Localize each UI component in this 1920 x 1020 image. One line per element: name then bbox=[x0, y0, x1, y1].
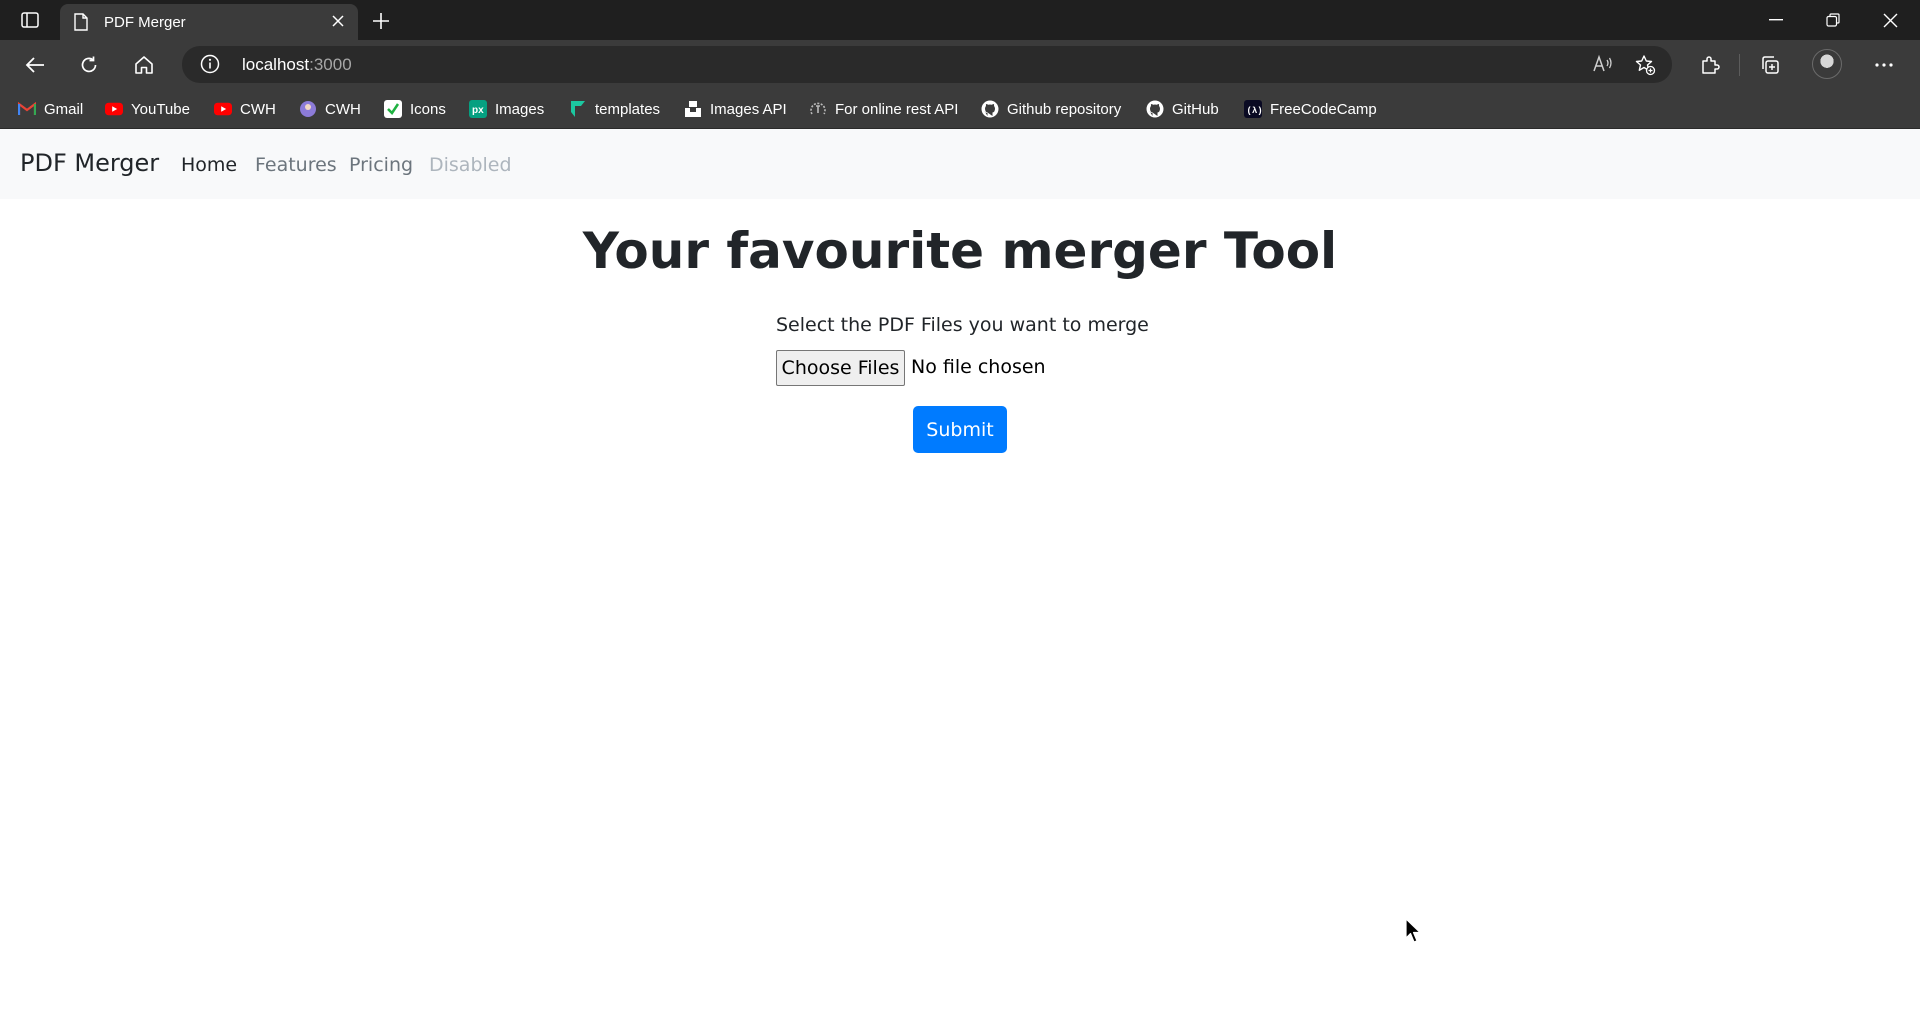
browser-tab-active[interactable]: PDF Merger bbox=[60, 4, 358, 40]
icons8-icon bbox=[384, 100, 402, 118]
bookmark-label: templates bbox=[595, 100, 661, 118]
bookmark-label: CWH bbox=[325, 100, 361, 118]
bookmark-github[interactable]: GitHub bbox=[1146, 98, 1219, 120]
page-icon bbox=[74, 13, 88, 36]
nav-link-features[interactable]: Features bbox=[255, 154, 337, 176]
bookmarks-bar: Gmail YouTube CWH CWH Icons px Images te… bbox=[0, 88, 1920, 129]
profile-avatar[interactable] bbox=[1812, 49, 1842, 79]
freecodecamp-icon: (λ) bbox=[1244, 100, 1262, 118]
tab-actions-icon bbox=[21, 12, 39, 28]
close-tab-icon[interactable] bbox=[330, 13, 346, 34]
toolbar-divider bbox=[1739, 54, 1740, 76]
rest-api-icon bbox=[809, 100, 827, 118]
extensions-button[interactable] bbox=[1695, 50, 1725, 80]
close-window-button[interactable] bbox=[1862, 0, 1918, 40]
site-navbar: PDF Merger Home Features Pricing Disable… bbox=[0, 129, 1920, 199]
browser-toolbar: localhost:3000 bbox=[0, 40, 1920, 88]
tab-title: PDF Merger bbox=[104, 14, 186, 31]
nav-link-home[interactable]: Home bbox=[181, 154, 237, 176]
file-status-text: No file chosen bbox=[911, 356, 1046, 378]
back-arrow-icon bbox=[25, 57, 44, 73]
bookmark-label: YouTube bbox=[131, 100, 190, 118]
mouse-cursor-icon bbox=[1405, 918, 1421, 943]
bookmark-label: Images bbox=[495, 100, 545, 118]
browser-titlebar: PDF Merger bbox=[0, 0, 1920, 40]
url-host: localhost bbox=[242, 55, 310, 74]
url-text: localhost:3000 bbox=[242, 55, 352, 75]
svg-text:px: px bbox=[472, 105, 484, 116]
restore-button[interactable] bbox=[1805, 0, 1861, 40]
bookmark-cwh[interactable]: CWH bbox=[214, 98, 276, 120]
bookmark-label: CWH bbox=[240, 100, 276, 118]
nav-link-disabled: Disabled bbox=[429, 154, 512, 176]
minimize-button[interactable] bbox=[1748, 0, 1804, 40]
bookmark-gmail[interactable]: Gmail bbox=[18, 98, 83, 120]
gmail-icon bbox=[18, 100, 36, 118]
bookmark-github-repository[interactable]: Github repository bbox=[981, 98, 1121, 120]
pexels-icon: px bbox=[469, 100, 487, 118]
youtube-icon bbox=[105, 100, 123, 118]
bookmark-label: For online rest API bbox=[835, 100, 959, 118]
bookmark-cwh-2[interactable]: CWH bbox=[299, 98, 361, 120]
back-button[interactable] bbox=[20, 50, 50, 80]
refresh-icon bbox=[81, 56, 97, 73]
github-icon bbox=[981, 100, 999, 118]
page-title: Your favourite merger Tool bbox=[582, 222, 1338, 280]
add-favorite-icon[interactable] bbox=[1634, 54, 1656, 81]
home-button[interactable] bbox=[129, 50, 159, 80]
close-icon bbox=[1883, 13, 1897, 27]
templates-icon bbox=[569, 100, 587, 118]
bookmark-label: Images API bbox=[710, 100, 787, 118]
bookmark-templates[interactable]: templates bbox=[569, 98, 660, 120]
bookmark-icons[interactable]: Icons bbox=[384, 98, 446, 120]
file-input-label: Select the PDF Files you want to merge bbox=[776, 314, 1149, 336]
bookmark-rest-api[interactable]: For online rest API bbox=[809, 98, 958, 120]
tab-actions-button[interactable] bbox=[14, 9, 46, 31]
cwh-icon bbox=[299, 100, 317, 118]
bookmark-freecodecamp[interactable]: (λ) FreeCodeCamp bbox=[1244, 98, 1377, 120]
refresh-button[interactable] bbox=[74, 50, 104, 80]
nav-link-pricing[interactable]: Pricing bbox=[349, 154, 413, 176]
github-icon bbox=[1146, 100, 1164, 118]
bookmark-images-api[interactable]: Images API bbox=[684, 98, 787, 120]
bookmark-label: Gmail bbox=[44, 100, 84, 118]
more-icon bbox=[1875, 63, 1893, 67]
url-port: :3000 bbox=[309, 55, 352, 74]
puzzle-icon bbox=[1702, 56, 1720, 74]
collections-button[interactable] bbox=[1755, 50, 1785, 80]
youtube-icon bbox=[214, 100, 232, 118]
new-tab-button[interactable] bbox=[368, 8, 394, 34]
submit-button[interactable]: Submit bbox=[913, 406, 1007, 453]
bookmark-label: FreeCodeCamp bbox=[1270, 100, 1377, 118]
plus-icon bbox=[373, 13, 389, 29]
bookmark-youtube[interactable]: YouTube bbox=[105, 98, 190, 120]
more-options-button[interactable] bbox=[1869, 50, 1899, 80]
home-icon bbox=[135, 56, 153, 74]
bookmark-images[interactable]: px Images bbox=[469, 98, 544, 120]
address-bar[interactable]: localhost:3000 bbox=[182, 46, 1672, 83]
site-info-icon[interactable] bbox=[200, 54, 220, 79]
minimize-icon bbox=[1769, 19, 1783, 21]
bookmark-label: Github repository bbox=[1007, 100, 1122, 118]
choose-files-button[interactable]: Choose Files bbox=[776, 350, 905, 386]
unsplash-icon bbox=[684, 100, 702, 118]
restore-icon bbox=[1826, 13, 1840, 27]
read-aloud-icon[interactable] bbox=[1592, 54, 1614, 79]
bookmark-label: Icons bbox=[410, 100, 446, 118]
navbar-brand[interactable]: PDF Merger bbox=[20, 149, 159, 177]
svg-text:(λ): (λ) bbox=[1247, 106, 1263, 116]
collections-icon bbox=[1762, 56, 1779, 74]
bookmark-label: GitHub bbox=[1172, 100, 1219, 118]
